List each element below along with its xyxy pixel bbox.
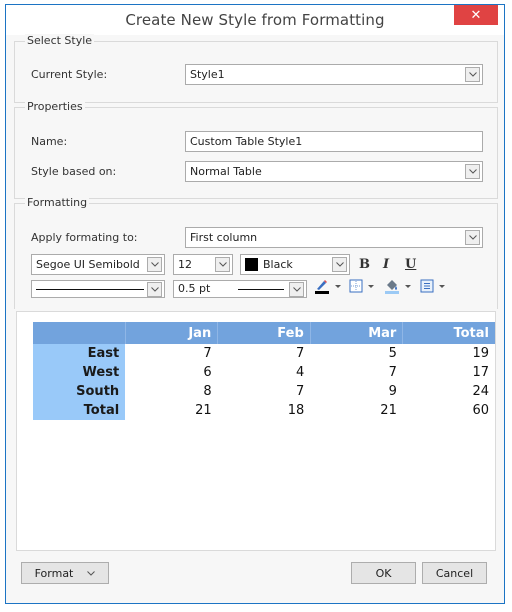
font-family-dropdown[interactable]: Segoe UI Semibold [31,254,165,275]
cell: 6 [203,365,212,380]
chevron-down-icon[interactable] [215,257,230,272]
caret-down-icon [439,284,445,288]
cell: 5 [388,346,397,361]
chevron-down-icon[interactable] [465,164,480,179]
font-size-value: 12 [178,258,192,271]
cell: 60 [472,403,489,418]
chevron-down-icon[interactable] [289,282,304,297]
name-label: Name: [31,135,68,148]
border-line-preview [36,289,144,290]
formatting-legend: Formatting [25,196,90,209]
current-style-dropdown[interactable]: Style1 [185,64,483,85]
caret-down-icon [368,284,374,288]
chevron-down-icon[interactable] [465,230,480,245]
apply-formatting-dropdown[interactable]: First column [185,227,483,248]
properties-legend: Properties [25,100,85,113]
table-row: West 6 4 7 17 [33,363,495,382]
borders-button[interactable] [349,278,374,294]
cell: 7 [295,346,305,361]
table-preview: Jan Feb Mar Total East 7 7 5 19 West 6 4 [16,311,496,551]
cancel-button[interactable]: Cancel [422,562,487,584]
row-header: East [33,344,126,363]
shading-button[interactable] [384,278,411,294]
table-row: East 7 7 5 19 [33,344,495,363]
format-label: Format [34,566,74,580]
apply-formatting-value: First column [190,231,258,244]
chevron-down-icon[interactable] [465,67,480,82]
chevron-down-icon[interactable] [332,257,347,272]
color-swatch [245,258,258,271]
cell: 24 [472,384,489,399]
caret-down-icon [335,284,341,288]
border-style-dropdown[interactable] [31,280,165,298]
properties-group: Properties Name: Custom Table Style1 Sty… [14,100,498,199]
cell: 9 [388,384,397,399]
alignment-icon [420,279,434,293]
cell: 18 [287,403,305,418]
pen-color-icon [315,280,329,294]
title-bar[interactable]: Create New Style from Formatting ✕ [6,5,504,35]
close-icon: ✕ [470,7,482,23]
chevron-down-icon [87,570,96,576]
cell: 21 [380,403,397,418]
italic-button[interactable]: I [383,257,389,272]
chevron-down-icon[interactable] [147,282,162,297]
cell: 21 [195,403,212,418]
close-button[interactable]: ✕ [454,5,498,25]
style-based-on-value: Normal Table [190,165,262,178]
pen-color-button[interactable] [314,278,341,294]
shading-icon [385,280,399,294]
header-cell [33,322,126,344]
select-style-legend: Select Style [25,34,95,47]
font-color-dropdown[interactable]: Black [240,254,350,275]
current-style-label: Current Style: [31,68,108,81]
style-based-on-label: Style based on: [31,165,117,178]
cell: 7 [388,365,397,380]
row-header: West [33,363,126,382]
header-cell: Mar [310,322,404,344]
apply-formatting-label: Apply formating to: [31,231,138,244]
row-header: Total [33,401,126,420]
bold-button[interactable]: B [359,257,370,272]
style-based-on-dropdown[interactable]: Normal Table [185,161,483,182]
row-header: South [33,382,126,401]
font-color-value: Black [263,258,293,271]
preview-table: Jan Feb Mar Total East 7 7 5 19 West 6 4 [33,322,495,420]
header-cell: Jan [125,322,219,344]
format-button[interactable]: Format [21,562,109,584]
cell: 7 [295,384,305,399]
cell: 17 [472,365,489,380]
cell: 7 [203,346,212,361]
border-width-value: 0.5 pt [178,282,211,295]
cell: 4 [295,365,305,380]
underline-button[interactable]: U [405,257,416,272]
current-style-value: Style1 [190,68,225,81]
preview-header-row: Jan Feb Mar Total [33,322,495,344]
table-row: South 8 7 9 24 [33,382,495,401]
chevron-down-icon[interactable] [147,257,162,272]
caret-down-icon [405,284,411,288]
ok-button[interactable]: OK [351,562,416,584]
borders-icon [349,279,363,293]
select-style-group: Select Style Current Style: Style1 [14,34,498,103]
table-row: Total 21 18 21 60 [33,401,495,420]
header-cell: Total [402,322,495,344]
name-input[interactable]: Custom Table Style1 [185,131,483,152]
dialog-window: Create New Style from Formatting ✕ Selec… [5,4,505,604]
border-width-dropdown[interactable]: 0.5 pt [173,280,307,298]
border-width-preview [238,289,284,290]
dialog-title: Create New Style from Formatting [125,11,385,29]
font-size-dropdown[interactable]: 12 [173,254,233,275]
name-value: Custom Table Style1 [190,135,303,148]
cell: 19 [472,346,489,361]
alignment-button[interactable] [420,278,445,294]
font-family-value: Segoe UI Semibold [36,258,140,271]
header-cell: Feb [217,322,311,344]
cell: 8 [203,384,212,399]
